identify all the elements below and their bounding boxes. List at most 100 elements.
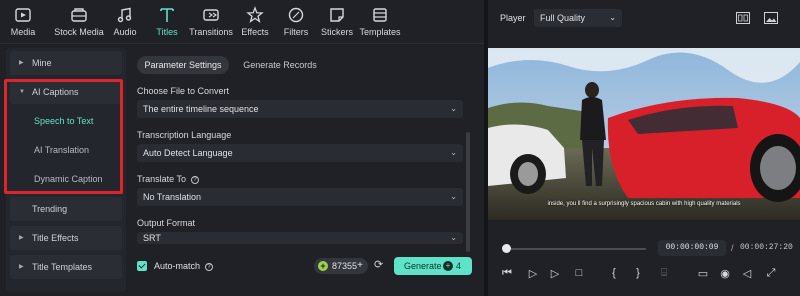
stock-media-icon [71, 8, 87, 22]
toolbar-templates-label: Templates [359, 27, 401, 37]
mark-out-icon[interactable]: } [632, 267, 644, 281]
generate-cost: 4 [456, 261, 462, 271]
format-label: Output Format [137, 218, 196, 228]
fullscreen-icon[interactable]: ⤢ [764, 267, 778, 281]
sidebar-item-label: AI Captions [32, 87, 79, 97]
help-icon[interactable]: ? [191, 176, 200, 184]
chevron-down-icon: ⌄ [450, 104, 457, 113]
toolbar-titles-label: Titles [156, 27, 178, 37]
titles-icon [160, 8, 174, 22]
credits-badge[interactable]: + 87355 + [314, 258, 368, 274]
toolbar-effects[interactable]: Effects [240, 6, 270, 42]
timeline-track[interactable] [506, 248, 646, 250]
toolbar-media-label: Media [10, 27, 36, 37]
snapshot-image-icon[interactable] [764, 12, 778, 24]
player-label: Player [500, 13, 526, 23]
sidebar-item-speech-to-text[interactable]: Speech to Text [10, 109, 122, 133]
filters-icon [288, 7, 304, 23]
sidebar-item-label: Dynamic Caption [34, 174, 103, 184]
automatch-label: Auto-match? [154, 261, 214, 271]
toolbar-titles[interactable]: Titles [153, 6, 181, 42]
automatch-text: Auto-match [154, 261, 201, 271]
video-frame [488, 48, 800, 220]
toolbar-templates[interactable]: Templates [358, 6, 402, 42]
sidebar-item-dynamic-caption[interactable]: Dynamic Caption [10, 167, 122, 191]
translate-label-text: Translate To [137, 174, 187, 184]
monitor-icon[interactable]: ▭ [696, 267, 710, 281]
help-icon[interactable]: ? [205, 263, 214, 271]
play-icon[interactable]: ▷ [526, 267, 540, 281]
sidebar-item-mine[interactable]: ▶ Mine [10, 51, 122, 75]
toolbar-filters-label: Filters [283, 27, 309, 37]
total-time: 00:00:27:20 [740, 243, 793, 252]
scrollbar[interactable] [466, 132, 470, 252]
mark-in-icon[interactable]: { [608, 267, 620, 281]
settings-content: Parameter Settings Generate Records Choo… [126, 48, 478, 292]
sidebar-item-label: Title Effects [32, 233, 79, 243]
generate-button[interactable]: Generate + 4 [394, 257, 472, 275]
current-time[interactable]: 00:00:00:09 [658, 240, 726, 256]
toolbar-stock-media-label: Stock Media [54, 27, 104, 37]
subtitle-caption: inside, you ll find a surprisingly spaci… [547, 201, 741, 207]
toolbar-media[interactable]: Media [8, 6, 38, 42]
caret-right-icon: ▶ [19, 264, 24, 270]
caret-right-icon: ▶ [19, 60, 24, 66]
render-options-icon[interactable]: ⌸ [654, 267, 674, 281]
toolbar-filters[interactable]: Filters [282, 6, 310, 42]
time-separator: / [731, 243, 734, 253]
chevron-down-icon: ⌄ [450, 148, 457, 157]
caret-right-icon: ▶ [19, 235, 24, 241]
toolbar-transitions-label: Transitions [189, 27, 233, 37]
credits-count: 87355 [332, 261, 358, 271]
toolbar-stock-media[interactable]: Stock Media [52, 6, 106, 42]
quality-value: Full Quality [540, 13, 586, 23]
toolbar-audio-label: Audio [113, 27, 137, 37]
refresh-icon[interactable]: ⟳ [374, 258, 383, 271]
sidebar-item-ai-translation[interactable]: AI Translation [10, 138, 122, 162]
sidebar-item-trending[interactable]: Trending [10, 197, 122, 221]
toolbar-transitions[interactable]: Transitions [189, 6, 233, 42]
playhead-handle[interactable] [502, 244, 511, 253]
stop-icon[interactable]: □ [572, 267, 586, 281]
translate-select-value: No Translation [143, 192, 202, 202]
toolbar-effects-label: Effects [241, 27, 269, 37]
credit-coin-icon: + [443, 261, 453, 271]
sidebar-item-ai-captions[interactable]: ▼ AI Captions [10, 80, 122, 104]
previous-frame-icon[interactable]: ⏮ [500, 267, 514, 281]
tab-generate-records[interactable]: Generate Records [238, 56, 322, 74]
tab-label: Parameter Settings [144, 60, 222, 70]
sidebar-item-title-templates[interactable]: ▶ Title Templates [10, 255, 122, 279]
category-sidebar: ▶ Mine ▼ AI Captions Speech to Text AI T… [6, 48, 126, 292]
format-select-value: SRT [143, 233, 161, 243]
tab-parameter-settings[interactable]: Parameter Settings [137, 56, 229, 74]
file-label: Choose File to Convert [137, 86, 230, 96]
credit-coin-icon: + [318, 261, 328, 271]
sidebar-item-title-effects[interactable]: ▶ Title Effects [10, 226, 122, 250]
tab-label: Generate Records [243, 60, 317, 70]
video-preview[interactable]: inside, you ll find a surprisingly spaci… [488, 48, 800, 220]
add-credits-icon[interactable]: + [357, 258, 363, 274]
toolbar-audio[interactable]: Audio [110, 6, 140, 42]
camera-icon[interactable]: ◉ [718, 267, 732, 281]
generate-label: Generate [404, 261, 442, 271]
file-select-value: The entire timeline sequence [143, 104, 259, 114]
player-panel: Player Full Quality ⌄ inside, you ll fin… [488, 0, 800, 296]
file-select[interactable]: The entire timeline sequence ⌄ [137, 100, 463, 118]
audio-icon [117, 7, 132, 23]
effects-icon [246, 6, 264, 23]
language-label: Transcription Language [137, 130, 232, 140]
sidebar-item-label: Speech to Text [34, 116, 94, 126]
grid-view-icon[interactable] [736, 12, 750, 24]
translate-select[interactable]: No Translation ⌄ [137, 188, 463, 206]
toolbar-stickers-label: Stickers [320, 27, 353, 37]
format-select[interactable]: SRT ⌄ [137, 232, 463, 244]
sidebar-item-label: Trending [32, 204, 68, 214]
play-alt-icon[interactable]: ▷ [548, 267, 562, 281]
toolbar-stickers[interactable]: Stickers [320, 6, 354, 42]
quality-select[interactable]: Full Quality ⌄ [534, 9, 622, 27]
language-select[interactable]: Auto Detect Language ⌄ [137, 144, 463, 162]
chevron-down-icon: ⌄ [450, 233, 457, 242]
volume-icon[interactable]: ◁ [740, 267, 754, 281]
automatch-checkbox[interactable] [137, 261, 147, 271]
transitions-icon [203, 9, 219, 21]
